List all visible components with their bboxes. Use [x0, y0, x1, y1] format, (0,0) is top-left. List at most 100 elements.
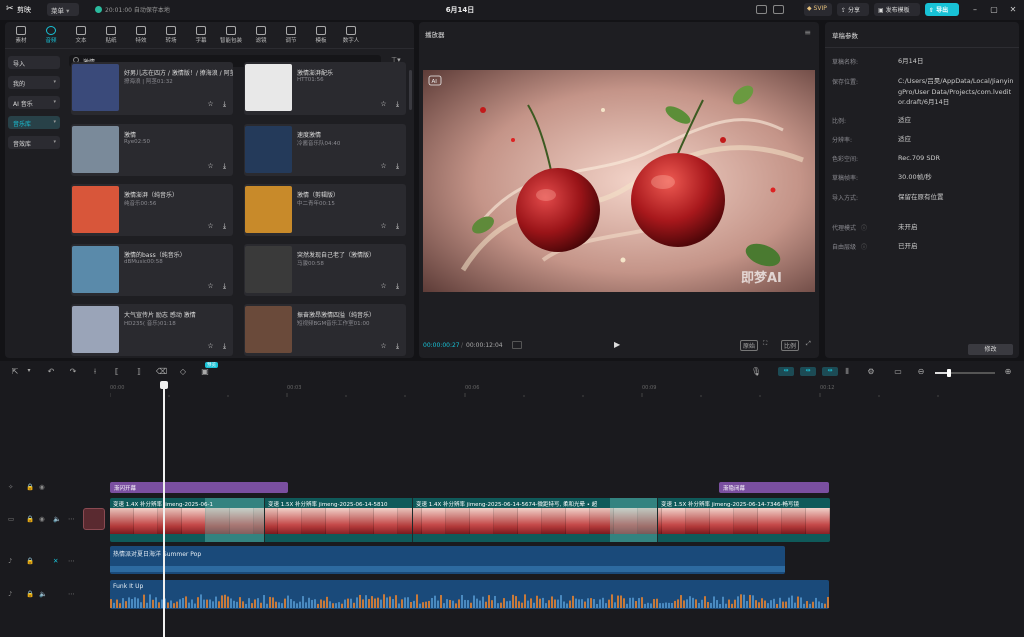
- fullscreen-icon[interactable]: ⤢: [806, 340, 811, 348]
- preview-axis-icon[interactable]: ⫴: [842, 367, 852, 377]
- split-icon[interactable]: ⟊: [90, 367, 100, 377]
- favorite-icon[interactable]: ☆: [379, 282, 388, 291]
- eye-icon[interactable]: ◉: [39, 483, 45, 491]
- main-track-magnet-icon[interactable]: ⇹: [778, 367, 794, 376]
- cover-thumbnail[interactable]: [83, 508, 105, 530]
- shortcut-icon[interactable]: [773, 5, 784, 14]
- sidebar-item-1[interactable]: 我的 ▾: [8, 76, 60, 89]
- select-tool-icon[interactable]: ⇱: [10, 367, 20, 376]
- tab-8[interactable]: 滤镜: [247, 24, 275, 48]
- music-card[interactable]: 激情澎湃（纯音乐） 纯音乐00:56 ☆ ⤓: [71, 184, 233, 236]
- video-clip[interactable]: 变速 1.5X 补分辨率 jimeng-2025-06-14-5810: [265, 498, 413, 542]
- tab-4[interactable]: 特效: [127, 24, 155, 48]
- download-icon[interactable]: ⤓: [220, 100, 229, 109]
- svip-button[interactable]: ◆ SVIP: [804, 3, 832, 16]
- lock-icon[interactable]: 🔒: [26, 515, 34, 523]
- redo-icon[interactable]: ↷: [68, 367, 78, 376]
- track-settings-icon[interactable]: ⚙: [866, 367, 876, 376]
- play-icon[interactable]: ▶: [614, 340, 620, 349]
- close-icon[interactable]: ✕: [1006, 3, 1020, 16]
- layout-icon[interactable]: [756, 5, 767, 14]
- favorite-icon[interactable]: ☆: [379, 342, 388, 351]
- crop-icon[interactable]: ⛶: [763, 340, 767, 348]
- zoom-slider[interactable]: [935, 369, 995, 377]
- effect-clip[interactable]: 渐隐闭幕: [719, 482, 829, 493]
- tab-2[interactable]: 文本: [67, 24, 95, 48]
- more-icon[interactable]: ⋯: [68, 515, 75, 523]
- music-card[interactable]: 振奋激昂激情四溢（纯音乐） 短视频BGM音乐工作室01:00 ☆ ⤓: [244, 304, 406, 356]
- undo-icon[interactable]: ↶: [46, 367, 56, 376]
- lock-icon[interactable]: 🔒: [26, 483, 34, 491]
- microphone-icon[interactable]: 🎙: [751, 367, 761, 376]
- menu-icon[interactable]: ≡: [804, 28, 811, 37]
- download-icon[interactable]: ⤓: [393, 100, 402, 109]
- timeline-mode-icon[interactable]: [512, 341, 522, 349]
- favorite-icon[interactable]: ☆: [379, 162, 388, 171]
- time-ruler[interactable]: 00:00 00:03 00:06 00:09 00:12: [110, 383, 1024, 393]
- video-clip[interactable]: 变速 1.5X 补分辨率 jimeng-2025-06-14-7346-畅写镜: [658, 498, 830, 542]
- effect-clip[interactable]: 渐闪开幕: [110, 482, 288, 493]
- more-icon[interactable]: ⋯: [68, 590, 75, 598]
- zoom-in-icon[interactable]: ⊕: [1003, 367, 1013, 376]
- mark-icon[interactable]: ◇: [178, 367, 188, 376]
- tab-7[interactable]: 智能包装: [217, 24, 245, 48]
- video-clip[interactable]: 变速 1.4X 补分辨率 jimeng-2025-06-1: [110, 498, 265, 542]
- more-icon[interactable]: ⋯: [68, 557, 75, 565]
- tab-1[interactable]: 音频: [37, 24, 65, 48]
- info-icon[interactable]: ⓘ: [861, 223, 867, 232]
- auto-snap-icon[interactable]: ⇹: [800, 367, 816, 376]
- download-icon[interactable]: ⤓: [393, 222, 402, 231]
- music-card[interactable]: 速度激情 冷酱音乐队04:40 ☆ ⤓: [244, 124, 406, 176]
- scrollbar[interactable]: [409, 70, 412, 110]
- menu-button[interactable]: 菜单 ▾: [47, 3, 79, 16]
- publish-template-button[interactable]: ▣ 发布模板: [874, 3, 920, 16]
- download-icon[interactable]: ⤓: [220, 162, 229, 171]
- original-button[interactable]: 原始: [740, 340, 759, 351]
- favorite-icon[interactable]: ☆: [379, 100, 388, 109]
- video-clip[interactable]: 变速 1.4X 补分辨率 jimeng-2025-06-14-5674-微距特写…: [413, 498, 658, 542]
- maximize-icon[interactable]: ▢: [987, 3, 1001, 16]
- audio-clip[interactable]: Funk It Up: [110, 580, 829, 609]
- favorite-icon[interactable]: ☆: [206, 342, 215, 351]
- sidebar-item-3[interactable]: 音乐库 ▾: [8, 116, 60, 129]
- lock-icon[interactable]: 🔒: [26, 557, 34, 565]
- audio-clip[interactable]: 热情派对夏日海洋 Summer Pop: [110, 546, 785, 574]
- playhead[interactable]: [163, 384, 165, 637]
- share-button[interactable]: ⇪ 分享: [837, 3, 869, 16]
- comment-icon[interactable]: ▭: [893, 367, 903, 376]
- download-icon[interactable]: ⤓: [393, 342, 402, 351]
- split-right-icon[interactable]: ⟧: [134, 367, 144, 376]
- tab-0[interactable]: 素材: [7, 24, 35, 48]
- ratio-button[interactable]: 比例: [781, 340, 800, 351]
- sidebar-item-2[interactable]: AI 音乐 ▾: [8, 96, 60, 109]
- favorite-icon[interactable]: ☆: [206, 100, 215, 109]
- favorite-icon[interactable]: ☆: [206, 282, 215, 291]
- music-card[interactable]: 突然发现自己老了（激情版） 马骏00:58 ☆ ⤓: [244, 244, 406, 296]
- music-card[interactable]: 大气宣传片 励志 感动 激情 HD235( 音乐)01:18 ☆ ⤓: [71, 304, 233, 356]
- zoom-out-icon[interactable]: ⊖: [916, 367, 926, 376]
- tab-6[interactable]: 字幕: [187, 24, 215, 48]
- download-icon[interactable]: ⤓: [220, 342, 229, 351]
- music-card[interactable]: 激情 Rye02:50 ☆ ⤓: [71, 124, 233, 176]
- export-button[interactable]: ⇧ 导出: [925, 3, 959, 16]
- music-card[interactable]: 激情澎湃配乐 HTT01:56 ☆ ⤓: [244, 62, 406, 115]
- download-icon[interactable]: ⤓: [220, 282, 229, 291]
- volume-icon[interactable]: 🔈: [53, 515, 61, 523]
- tab-11[interactable]: 数字人: [337, 24, 365, 48]
- info-icon[interactable]: ⓘ: [861, 242, 867, 251]
- lock-icon[interactable]: 🔒: [26, 590, 34, 598]
- sidebar-item-0[interactable]: 导入: [8, 56, 60, 69]
- tab-10[interactable]: 模板: [307, 24, 335, 48]
- download-icon[interactable]: ⤓: [393, 282, 402, 291]
- music-card[interactable]: 好男儿志在四方 / 激情版！/ 撩海浪 / 阿茎 撩海浪 | 阿茎01:32 ☆ ⤓: [71, 62, 233, 115]
- music-card[interactable]: 激情（剪辑版） 中二青年00:15 ☆ ⤓: [244, 184, 406, 236]
- sidebar-item-4[interactable]: 音效库 ▾: [8, 136, 60, 149]
- mute-icon[interactable]: ✕: [53, 557, 58, 565]
- favorite-icon[interactable]: ☆: [206, 222, 215, 231]
- download-icon[interactable]: ⤓: [220, 222, 229, 231]
- tab-5[interactable]: 转场: [157, 24, 185, 48]
- favorite-icon[interactable]: ☆: [206, 162, 215, 171]
- download-icon[interactable]: ⤓: [393, 162, 402, 171]
- modify-button[interactable]: 修改: [968, 344, 1013, 355]
- favorite-icon[interactable]: ☆: [379, 222, 388, 231]
